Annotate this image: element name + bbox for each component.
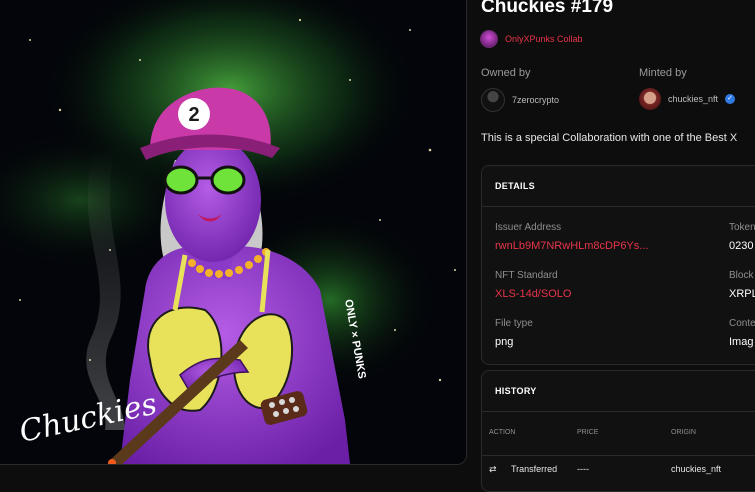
- detail-nft-standard: NFT Standard XLS-14d/SOLO: [495, 270, 571, 300]
- detail-value: XRPL: [729, 288, 755, 300]
- column-header-price: PRICE: [577, 429, 599, 436]
- details-card: DETAILS Issuer Address rwnLb9M7NRwHLm8cD…: [481, 165, 755, 365]
- nft-title: Chuckies #179: [481, 0, 614, 17]
- detail-label: NFT Standard: [495, 270, 558, 281]
- history-row[interactable]: ⇄ Transferred ---- chuckies_nft: [482, 455, 755, 491]
- owner-name: 7zerocrypto: [512, 95, 560, 105]
- issuer-address-link[interactable]: rwnLb9M7NRwHLm8cDP6Ys...: [495, 240, 648, 252]
- column-header-action: ACTION: [489, 429, 516, 436]
- history-origin[interactable]: chuckies_nft: [671, 464, 721, 474]
- transfer-icon: ⇄: [489, 464, 497, 474]
- minter-link[interactable]: chuckies_nft ✓: [639, 88, 736, 110]
- detail-label: Block: [729, 270, 754, 281]
- details-heading: DETAILS: [482, 166, 755, 207]
- history-price: ----: [577, 464, 589, 474]
- detail-label: Token: [729, 222, 755, 233]
- detail-label: File type: [495, 318, 533, 329]
- collection-name: OnlyXPunks Collab: [505, 34, 583, 44]
- detail-value: 0230: [729, 240, 754, 252]
- detail-content: Conte Imag: [729, 318, 755, 348]
- nft-standard-link[interactable]: XLS-14d/SOLO: [495, 288, 571, 300]
- history-action: Transferred: [511, 464, 558, 474]
- detail-token: Token 0230: [729, 222, 755, 252]
- collection-link[interactable]: OnlyXPunks Collab: [480, 30, 583, 48]
- detail-file-type: File type png: [495, 318, 533, 348]
- owner-avatar: [481, 88, 505, 112]
- nft-artwork[interactable]: 2 ONLY × PUNKS Chuckies: [0, 0, 467, 465]
- detail-value: Imag: [729, 336, 754, 348]
- detail-label: Issuer Address: [495, 222, 562, 233]
- detail-value: png: [495, 336, 514, 348]
- nft-description: This is a special Collaboration with one…: [481, 132, 738, 144]
- verified-icon: ✓: [725, 94, 736, 104]
- history-heading: HISTORY: [482, 371, 755, 412]
- detail-block: Block XRPL: [729, 270, 755, 300]
- column-header-origin: ORIGIN: [671, 429, 696, 436]
- history-card: HISTORY ACTION PRICE ORIGIN ⇄ Transferre…: [481, 370, 755, 492]
- owner-link[interactable]: 7zerocrypto: [481, 88, 559, 112]
- collection-avatar: [480, 30, 498, 48]
- owned-by-label: Owned by: [481, 67, 531, 79]
- detail-label: Conte: [729, 318, 755, 329]
- minter-avatar: [639, 88, 661, 110]
- minted-by-label: Minted by: [639, 67, 687, 79]
- detail-issuer-address: Issuer Address rwnLb9M7NRwHLm8cDP6Ys...: [495, 222, 648, 252]
- cap-number: 2: [188, 104, 199, 126]
- minter-name: chuckies_nft: [668, 94, 719, 104]
